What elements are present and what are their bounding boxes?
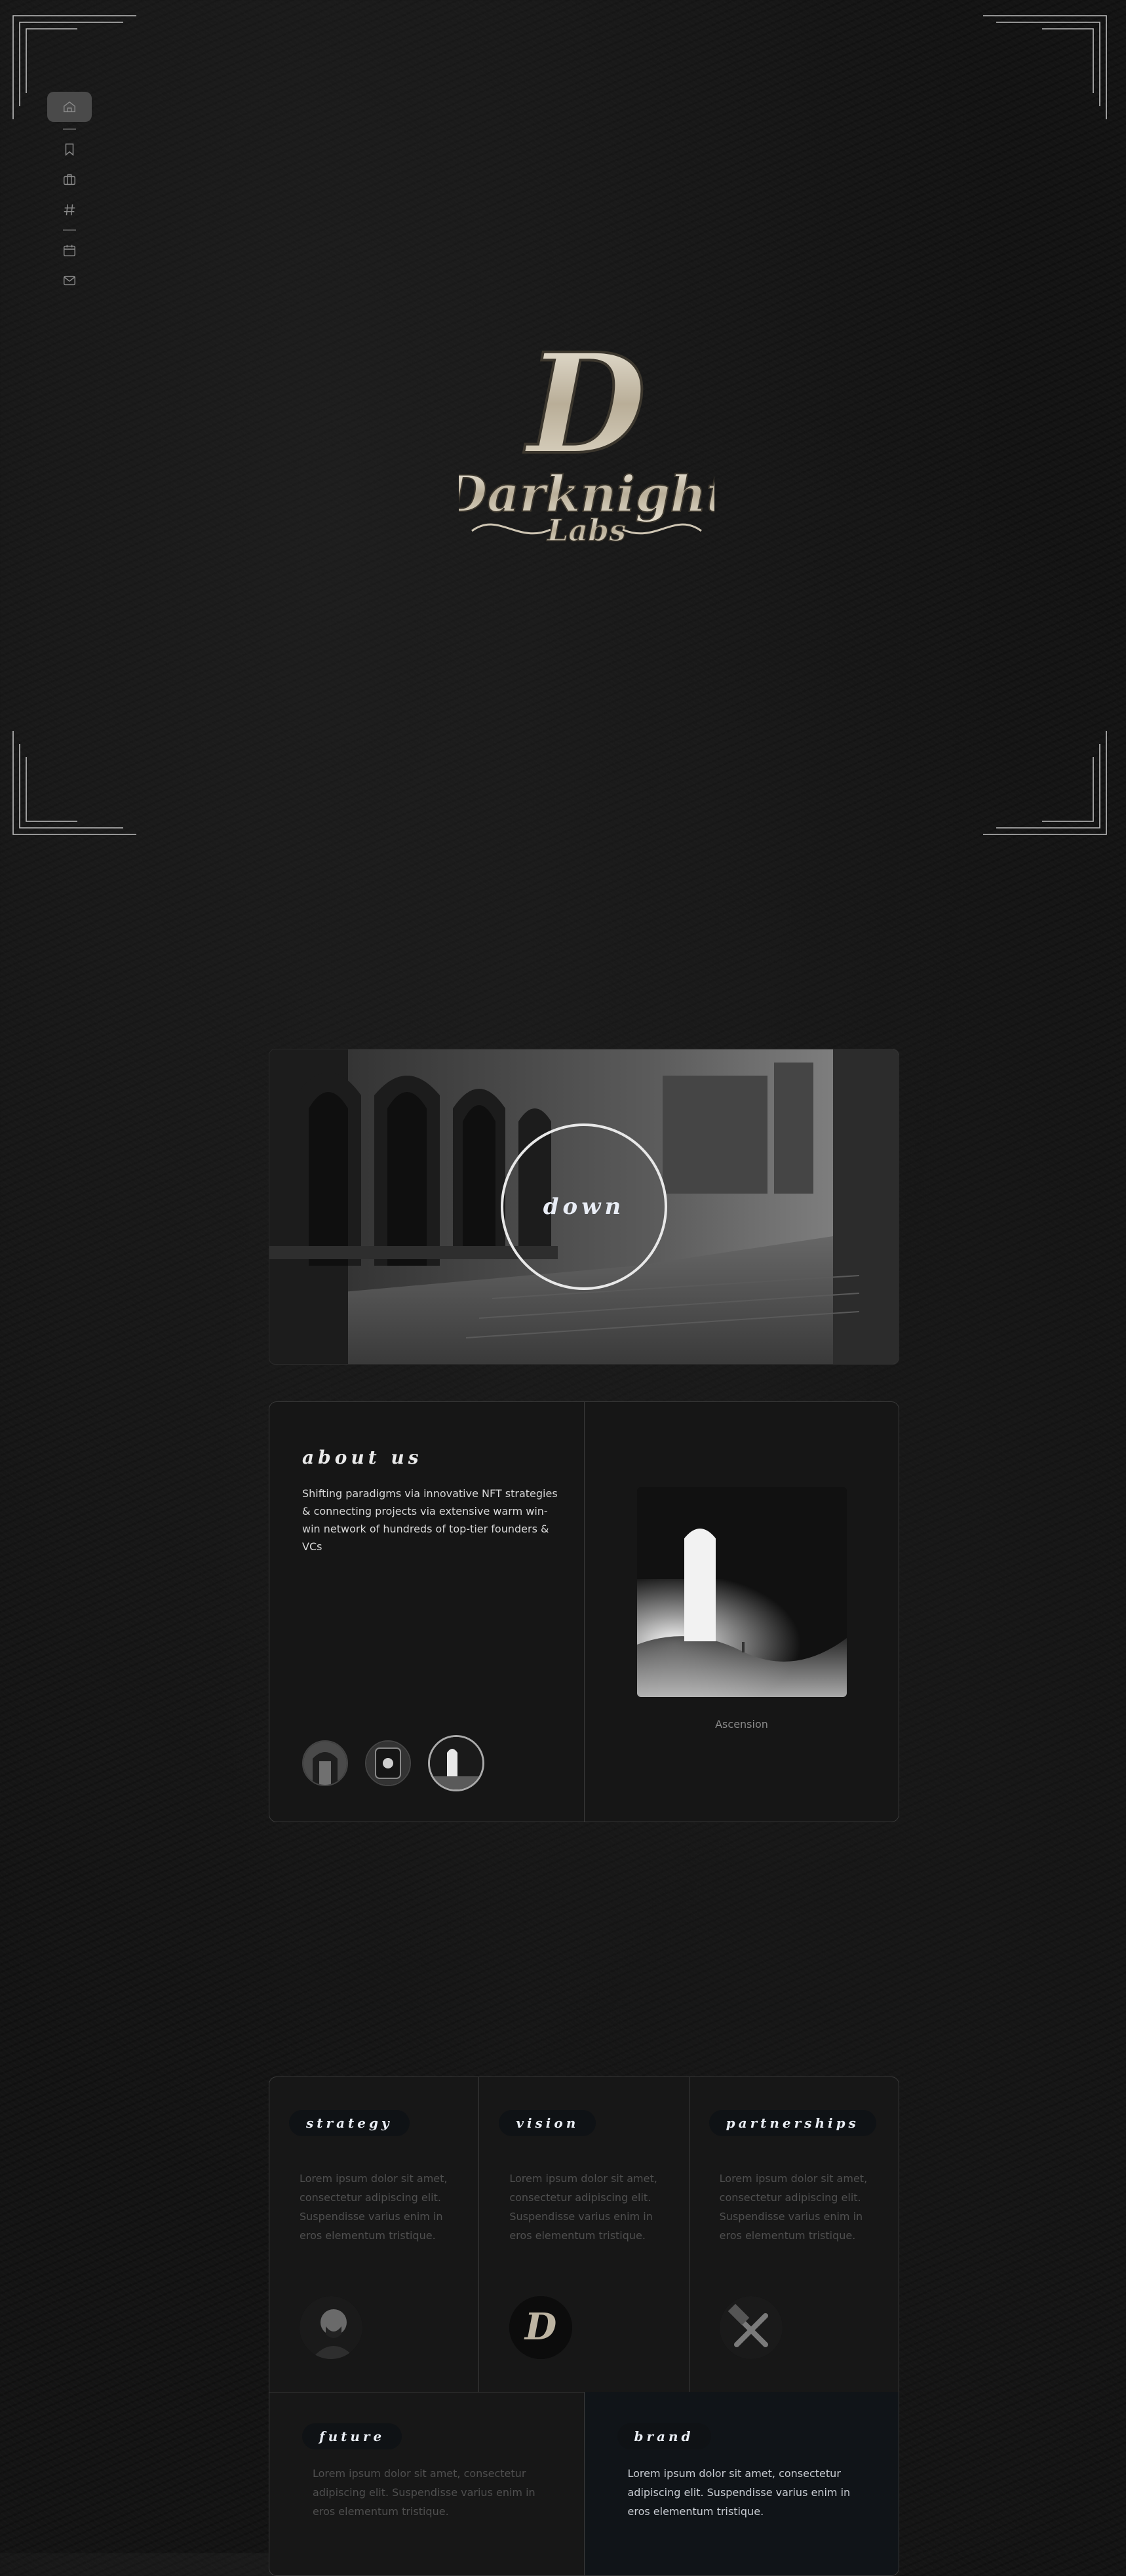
service-strategy: strategy Lorem ipsum dolor sit amet, con… [269, 2077, 480, 2392]
vision-text: Lorem ipsum dolor sit amet, consectetur … [509, 2172, 657, 2242]
brand-text: Lorem ipsum dolor sit amet, consectetur … [627, 2467, 851, 2518]
nav-calendar-button[interactable] [56, 237, 83, 263]
about-card: about us Shifting paradigms via innovati… [269, 1401, 899, 1822]
nav-hash-button[interactable] [56, 197, 83, 223]
hero-card: down [269, 1049, 899, 1365]
about-title: about us [302, 1447, 423, 1468]
vision-avatar-monogram: D [524, 2305, 557, 2349]
scroll-down-label: down [543, 1194, 625, 1220]
hash-icon [64, 204, 75, 216]
corner-frame-bottom-right [983, 731, 1108, 836]
nav-divider [63, 128, 76, 130]
service-vision: vision Lorem ipsum dolor sit amet, conse… [479, 2077, 689, 2392]
gallery-thumbnail[interactable] [302, 1740, 348, 1786]
corner-frame-top-right [983, 14, 1108, 119]
home-icon [64, 101, 75, 113]
vision-avatar: D [509, 2296, 573, 2359]
briefcase-icon [64, 174, 75, 185]
gallery-thumbnail[interactable] [365, 1740, 411, 1786]
gallery-thumbnails [302, 1735, 484, 1791]
scroll-down-button[interactable]: down [501, 1123, 667, 1290]
bookmark-icon [65, 144, 74, 156]
strategy-label: strategy [289, 2110, 410, 2136]
logo-wordmark-line2: Labs [546, 513, 626, 548]
brand-label: brand [617, 2423, 711, 2449]
calendar-icon [64, 244, 75, 256]
corner-frame-bottom-left [12, 731, 136, 836]
partnerships-label: partnerships [709, 2110, 876, 2136]
nav-divider [63, 229, 76, 231]
services-row: strategy Lorem ipsum dolor sit amet, con… [269, 2077, 899, 2392]
service-partnerships: partnerships Lorem ipsum dolor sit amet,… [689, 2077, 899, 2392]
artwork-caption: Ascension [715, 1718, 768, 1730]
about-right-panel: Ascension [585, 1402, 899, 1822]
partnerships-text: Lorem ipsum dolor sit amet, consectetur … [719, 2172, 868, 2242]
mail-icon [64, 275, 75, 286]
future-text: Lorem ipsum dolor sit amet, consectetur … [313, 2467, 535, 2518]
about-description: Shifting paradigms via innovative NFT st… [302, 1487, 558, 1553]
ascension-artwork [637, 1487, 847, 1697]
strategy-text: Lorem ipsum dolor sit amet, consectetur … [300, 2172, 448, 2242]
partnerships-avatar [719, 2296, 783, 2359]
service-brand: brand Lorem ipsum dolor sit amet, consec… [584, 2392, 899, 2575]
darknight-labs-logo: D Darknight Labs [442, 321, 729, 557]
gallery-thumbnail-active[interactable] [428, 1735, 484, 1791]
nav-bookmark-button[interactable] [56, 136, 83, 163]
logo-monogram: D [524, 323, 646, 485]
nav-mail-button[interactable] [56, 267, 83, 294]
service-future: future Lorem ipsum dolor sit amet, conse… [269, 2392, 585, 2575]
vision-label: vision [499, 2110, 596, 2136]
about-left-panel: about us Shifting paradigms via innovati… [269, 1402, 585, 1822]
nav-briefcase-button[interactable] [56, 166, 83, 193]
sidebar-nav [47, 92, 92, 294]
future-label: future [302, 2423, 402, 2449]
services-row: future Lorem ipsum dolor sit amet, conse… [269, 2392, 899, 2575]
nav-home-button[interactable] [47, 92, 92, 122]
services-grid: strategy Lorem ipsum dolor sit amet, con… [269, 2077, 899, 2576]
strategy-avatar [300, 2296, 362, 2359]
